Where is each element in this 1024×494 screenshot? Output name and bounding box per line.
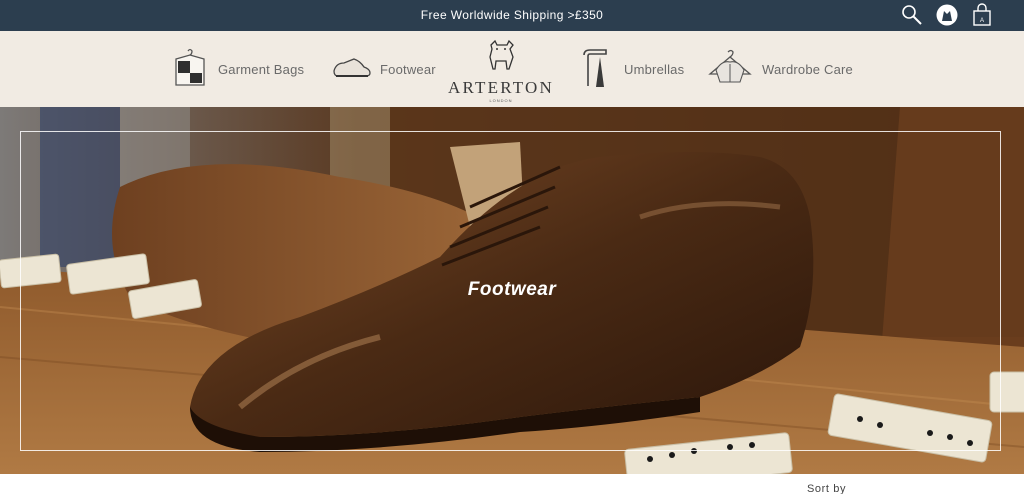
garment-bag-icon [170, 47, 210, 92]
nav-item-footwear[interactable]: Footwear [332, 47, 436, 91]
nav-label-umbrellas: Umbrellas [624, 61, 685, 77]
shoe-icon [332, 53, 372, 86]
nav-label-wardrobe-care: Wardrobe Care [762, 61, 853, 77]
main-navigation: Garment Bags Footwear ARTERTON LONDON Um… [0, 31, 1024, 107]
hero-title: Footwear [467, 279, 557, 300]
nav-label-footwear: Footwear [380, 61, 436, 77]
brand-name: ARTERTON [448, 78, 554, 97]
account-icon[interactable] [935, 3, 959, 27]
nav-item-umbrellas[interactable]: Umbrellas [576, 47, 684, 91]
sort-by-dropdown[interactable]: Sort by [807, 483, 846, 494]
hanger-icon [706, 48, 754, 91]
listing-toolbar: Sort by [0, 474, 1024, 494]
nav-item-garment-bags[interactable]: Garment Bags [170, 47, 304, 91]
announcement-bar: Free Worldwide Shipping >£350 A [0, 0, 1024, 31]
nav-label-garment-bags: Garment Bags [218, 61, 305, 77]
nav-item-wardrobe-care[interactable]: Wardrobe Care [706, 47, 853, 91]
brand-logo[interactable]: ARTERTON LONDON [446, 39, 556, 103]
header-icons: A [900, 3, 994, 27]
search-icon[interactable] [900, 3, 924, 27]
brand-subtitle: LONDON [489, 98, 513, 103]
shopping-bag-icon[interactable]: A [970, 3, 994, 27]
hero-banner: Footwear [0, 107, 1024, 474]
dog-logo-icon [489, 39, 514, 70]
svg-text:A: A [980, 18, 984, 24]
umbrella-icon [576, 47, 616, 92]
shipping-notice: Free Worldwide Shipping >£350 [420, 8, 604, 22]
